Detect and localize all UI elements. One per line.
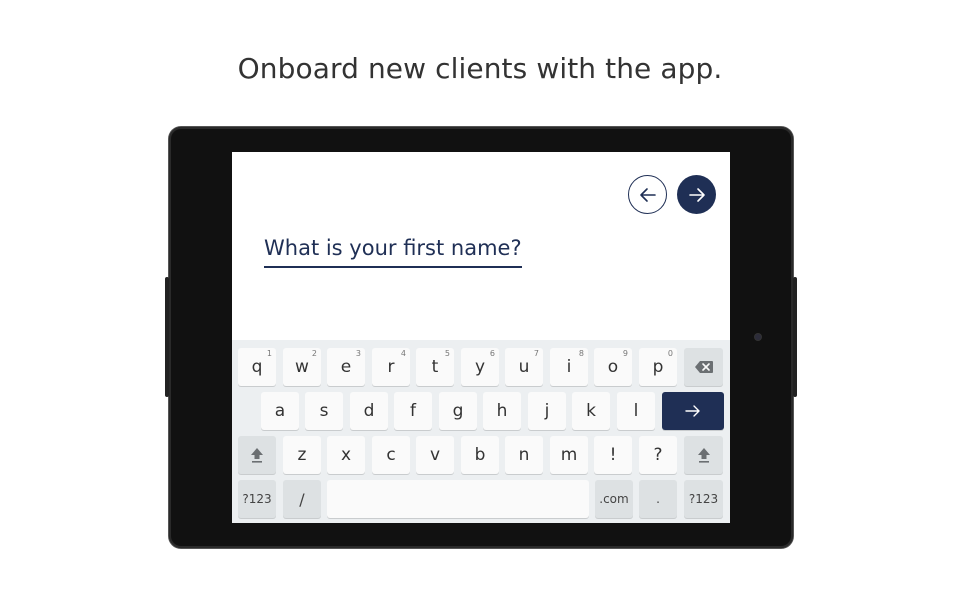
key-c[interactable]: c xyxy=(372,436,410,474)
key-r[interactable]: r4 xyxy=(372,348,410,386)
backspace-key[interactable] xyxy=(684,348,723,386)
key-j[interactable]: j xyxy=(528,392,566,430)
key-w[interactable]: w2 xyxy=(283,348,321,386)
key-exclamation[interactable]: ! xyxy=(594,436,632,474)
key-f[interactable]: f xyxy=(394,392,432,430)
backspace-icon xyxy=(694,361,713,373)
key-x[interactable]: x xyxy=(327,436,365,474)
key-s[interactable]: s xyxy=(305,392,343,430)
tablet-side-button-left xyxy=(165,277,169,397)
enter-key[interactable] xyxy=(662,392,724,430)
dotcom-key[interactable]: .com xyxy=(595,480,633,518)
onscreen-keyboard: q1 w2 e3 r4 t5 y6 u7 i8 o9 p0 a s d f g … xyxy=(232,340,730,523)
key-y[interactable]: y6 xyxy=(461,348,499,386)
key-u[interactable]: u7 xyxy=(505,348,543,386)
key-t[interactable]: t5 xyxy=(416,348,454,386)
key-d[interactable]: d xyxy=(350,392,388,430)
arrow-right-icon xyxy=(688,187,705,202)
key-n[interactable]: n xyxy=(505,436,543,474)
key-question[interactable]: ? xyxy=(639,436,677,474)
key-i[interactable]: i8 xyxy=(550,348,588,386)
symbols-key-left[interactable]: ?123 xyxy=(238,480,276,518)
shift-icon xyxy=(697,448,710,463)
key-m[interactable]: m xyxy=(550,436,588,474)
symbols-key-right[interactable]: ?123 xyxy=(684,480,723,518)
key-v[interactable]: v xyxy=(416,436,454,474)
arrow-right-icon xyxy=(685,405,700,417)
key-b[interactable]: b xyxy=(461,436,499,474)
first-name-field[interactable]: What is your first name? xyxy=(264,236,522,268)
key-g[interactable]: g xyxy=(439,392,477,430)
period-key[interactable]: . xyxy=(639,480,677,518)
tablet-side-button-right xyxy=(793,277,797,397)
tablet-frame: What is your first name? q1 w2 e3 r4 t5 … xyxy=(165,127,797,548)
arrow-left-icon xyxy=(639,187,656,202)
next-button[interactable] xyxy=(677,175,716,214)
key-k[interactable]: k xyxy=(572,392,610,430)
key-q[interactable]: q1 xyxy=(238,348,276,386)
camera-icon xyxy=(755,334,761,340)
key-o[interactable]: o9 xyxy=(594,348,632,386)
back-button[interactable] xyxy=(628,175,667,214)
space-bar[interactable] xyxy=(327,480,589,518)
key-p[interactable]: p0 xyxy=(639,348,677,386)
headline: Onboard new clients with the app. xyxy=(237,52,723,85)
app-screen: What is your first name? q1 w2 e3 r4 t5 … xyxy=(232,152,730,523)
shift-icon xyxy=(251,448,263,463)
slash-key[interactable]: / xyxy=(283,480,321,518)
key-e[interactable]: e3 xyxy=(327,348,365,386)
key-z[interactable]: z xyxy=(283,436,321,474)
key-a[interactable]: a xyxy=(261,392,299,430)
key-h[interactable]: h xyxy=(483,392,521,430)
key-l[interactable]: l xyxy=(617,392,655,430)
shift-key-right[interactable] xyxy=(684,436,723,474)
shift-key-left[interactable] xyxy=(238,436,276,474)
